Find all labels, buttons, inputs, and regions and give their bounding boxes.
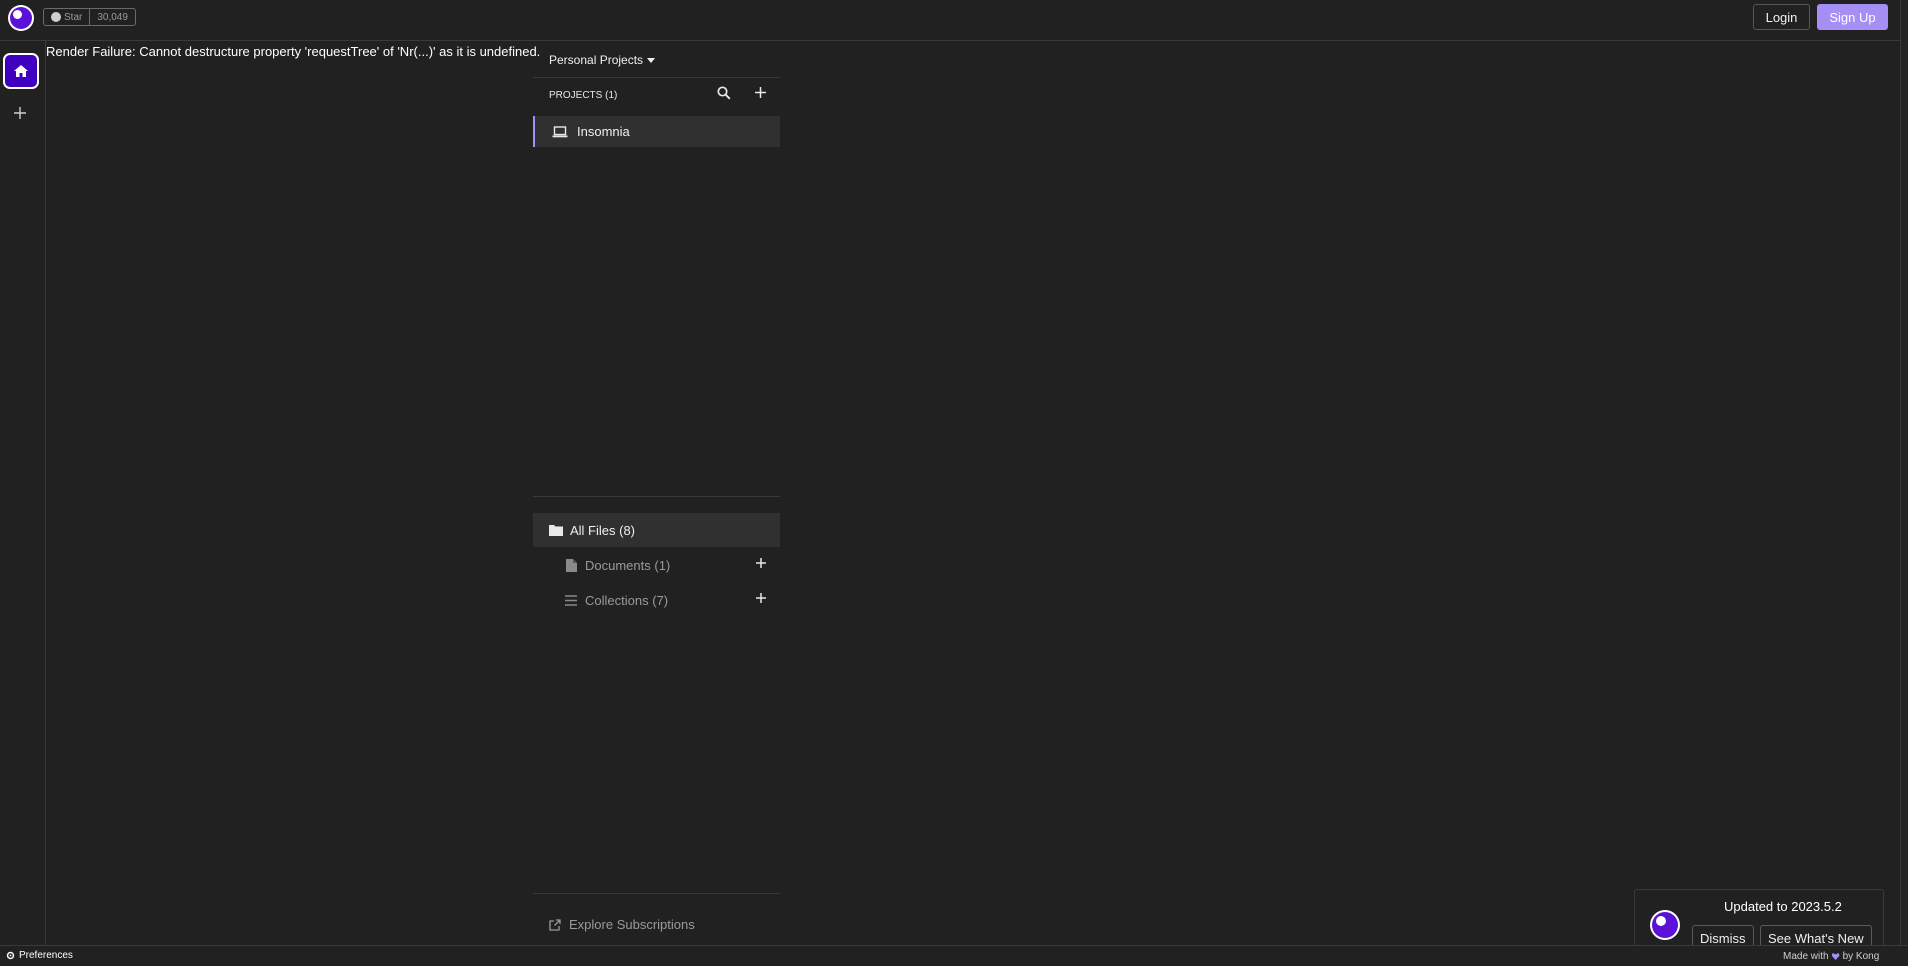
project-item-insomnia[interactable]: Insomnia xyxy=(533,116,780,147)
preferences-label: Preferences xyxy=(19,950,73,961)
plus-icon xyxy=(14,107,26,119)
right-scrollbar[interactable] xyxy=(1900,0,1908,945)
external-link-icon xyxy=(549,918,561,931)
home-button[interactable] xyxy=(3,53,39,89)
collections-item[interactable]: Collections (7) xyxy=(533,583,780,617)
github-icon xyxy=(51,12,61,22)
github-star-count[interactable]: 30,049 xyxy=(89,9,135,25)
home-icon xyxy=(14,65,28,77)
add-document-button[interactable] xyxy=(756,556,766,572)
login-button[interactable]: Login xyxy=(1753,4,1810,30)
made-with-kong-link[interactable]: Made with by Kong xyxy=(1783,951,1879,962)
panel-divider xyxy=(533,77,780,78)
plus-icon xyxy=(754,87,766,98)
document-icon xyxy=(566,558,577,572)
toast-message: Updated to 2023.5.2 xyxy=(1724,899,1842,914)
search-icon xyxy=(717,86,731,100)
documents-label: Documents (1) xyxy=(585,557,671,573)
status-bar: Preferences Made with by Kong xyxy=(0,945,1908,966)
workspace-rail xyxy=(0,41,46,945)
add-project-button[interactable] xyxy=(752,84,768,102)
projects-panel: Personal Projects PROJECTS (1) Insomnia … xyxy=(533,41,780,945)
insomnia-logo[interactable] xyxy=(8,5,34,31)
caret-down-icon xyxy=(647,57,656,63)
collections-label: Collections (7) xyxy=(585,592,669,608)
add-workspace-button[interactable] xyxy=(9,102,31,124)
all-files-label: All Files (8) xyxy=(570,522,636,538)
add-collection-button[interactable] xyxy=(756,591,766,607)
organization-dropdown[interactable]: Personal Projects xyxy=(549,53,656,67)
plus-icon xyxy=(756,558,766,568)
github-star-label: Star xyxy=(64,11,83,23)
documents-item[interactable]: Documents (1) xyxy=(533,548,780,582)
folder-icon xyxy=(549,525,563,536)
search-projects-button[interactable] xyxy=(717,86,733,102)
render-error-message: Render Failure: Cannot destructure prope… xyxy=(46,44,541,59)
panel-divider xyxy=(533,496,780,497)
gear-icon xyxy=(6,951,15,960)
projects-header: PROJECTS (1) xyxy=(549,90,618,101)
github-star-button[interactable]: Star xyxy=(44,9,89,25)
insomnia-logo xyxy=(1650,910,1680,940)
laptop-icon xyxy=(552,125,568,138)
made-with-prefix: Made with xyxy=(1783,951,1829,962)
panel-divider xyxy=(533,893,780,894)
explore-subscriptions-link[interactable]: Explore Subscriptions xyxy=(549,917,695,932)
explore-subscriptions-label: Explore Subscriptions xyxy=(569,917,695,932)
top-bar: Star 30,049 Login Sign Up xyxy=(0,0,1900,41)
heart-icon xyxy=(1831,953,1840,960)
all-files-item[interactable]: All Files (8) xyxy=(533,513,780,547)
project-item-label: Insomnia xyxy=(577,124,630,139)
signup-button[interactable]: Sign Up xyxy=(1817,4,1888,30)
plus-icon xyxy=(756,593,766,603)
preferences-button[interactable]: Preferences xyxy=(6,950,73,961)
organization-name: Personal Projects xyxy=(549,53,644,67)
list-icon xyxy=(565,594,577,606)
github-star-widget[interactable]: Star 30,049 xyxy=(43,8,136,26)
made-with-suffix: by Kong xyxy=(1842,951,1880,962)
